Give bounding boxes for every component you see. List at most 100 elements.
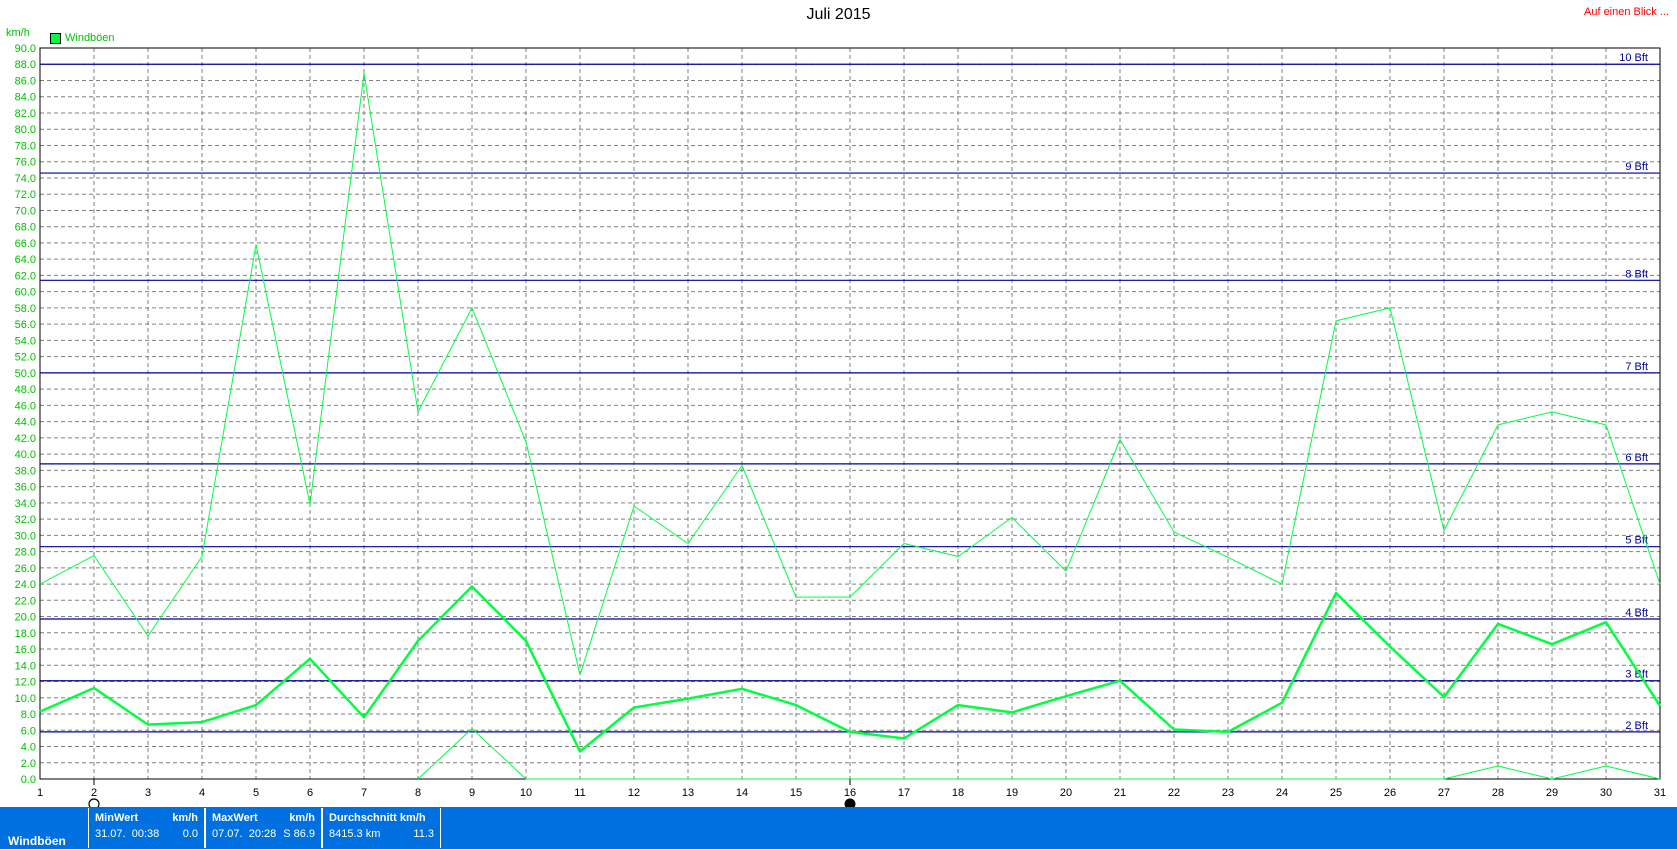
beaufort-label: 2 Bft: [1625, 720, 1648, 732]
y-tick-label: 74.0: [15, 173, 36, 185]
x-tick-label: 26: [1384, 787, 1396, 799]
max-time: 20:28: [248, 828, 277, 840]
x-tick-label: 25: [1330, 787, 1342, 799]
y-tick-label: 44.0: [15, 417, 36, 429]
y-tick-label: 84.0: [15, 92, 36, 104]
min-time: 00:38: [131, 828, 160, 840]
y-tick-label: 56.0: [15, 319, 36, 331]
y-tick-label: 90.0: [15, 43, 36, 55]
y-tick-label: 22.0: [15, 595, 36, 607]
y-tick-label: 48.0: [15, 384, 36, 396]
y-tick-label: 40.0: [15, 449, 36, 461]
x-tick-label: 9: [469, 787, 475, 799]
footer-label-text: Windböen: [8, 834, 66, 848]
x-tick-label: 21: [1114, 787, 1126, 799]
average-value-box: Durchschnitt km/h 8415.3 km 11.3: [322, 808, 441, 848]
beaufort-label: 9 Bft: [1625, 161, 1648, 173]
y-tick-label: 8.0: [21, 709, 36, 721]
y-tick-label: 72.0: [15, 189, 36, 201]
avg-header: Durchschnitt km/h: [329, 812, 426, 824]
beaufort-label: 4 Bft: [1625, 607, 1648, 619]
y-tick-label: 12.0: [15, 677, 36, 689]
wind-gust-chart: 0.0 2.0 4.0 6.0 8.0 10.0 12.0 14.0 16.0 18.0 20.0 2…: [15, 43, 1666, 807]
min-unit: km/h: [172, 812, 198, 824]
x-tick-label: 11: [574, 787, 585, 799]
y-tick-label: 88.0: [15, 59, 36, 71]
min-value-box: MinWert km/h 31.07. 00:38 0.0: [88, 808, 205, 848]
y-tick-label: 66.0: [15, 238, 36, 250]
y-tick-label: 34.0: [15, 498, 36, 510]
y-tick-label: 62.0: [15, 270, 36, 282]
avg-value: 11.3: [413, 828, 434, 840]
x-tick-label: 30: [1600, 787, 1612, 799]
y-tick-label: 46.0: [15, 400, 36, 412]
y-tick-label: 80.0: [15, 124, 36, 136]
y-tick-label: 4.0: [21, 742, 36, 754]
new-moon-icon: [844, 798, 856, 807]
y-tick-label: 78.0: [15, 140, 36, 152]
beaufort-label: 7 Bft: [1625, 361, 1648, 373]
max-value-box: MaxWert km/h 07.07. 20:28 S 86.9: [205, 808, 322, 848]
y-tick-label: 10.0: [15, 693, 36, 705]
x-tick-label: 1: [37, 787, 43, 799]
y-tick-label: 82.0: [15, 108, 36, 120]
avg-distance: 8415.3 km: [329, 828, 381, 840]
beaufort-label: 5 Bft: [1625, 535, 1648, 547]
y-tick-label: 76.0: [15, 157, 36, 169]
x-tick-label: 8: [415, 787, 421, 799]
x-tick-label: 12: [628, 787, 640, 799]
legend-swatch-icon: [50, 32, 61, 44]
chart-title: Juli 2015: [806, 6, 871, 23]
y-tick-label: 38.0: [15, 465, 36, 477]
y-tick-label: 26.0: [15, 563, 36, 575]
x-tick-label: 29: [1546, 787, 1558, 799]
y-tick-label: 30.0: [15, 530, 36, 542]
x-tick-label: 5: [253, 787, 259, 799]
min-header: MinWert: [95, 812, 139, 824]
x-tick-label: 27: [1438, 787, 1450, 799]
beaufort-label: 8 Bft: [1625, 268, 1648, 280]
y-tick-label: 60.0: [15, 287, 36, 299]
y-tick-label: 20.0: [15, 612, 36, 624]
y-tick-label: 42.0: [15, 433, 36, 445]
y-tick-label: 50.0: [15, 368, 36, 380]
y-tick-label: 54.0: [15, 335, 36, 347]
legend-label: Windböen: [65, 32, 115, 44]
y-tick-label: 64.0: [15, 254, 36, 266]
x-tick-label: 10: [520, 787, 532, 799]
min-date: 31.07.: [95, 828, 126, 840]
x-tick-label: 17: [898, 787, 910, 799]
y-tick-label: 58.0: [15, 303, 36, 315]
x-tick-label: 15: [790, 787, 802, 799]
max-date: 07.07.: [212, 828, 243, 840]
y-tick-label: 2.0: [21, 758, 36, 770]
y-tick-label: 68.0: [15, 222, 36, 234]
y-tick-label: 52.0: [15, 352, 36, 364]
x-tick-label: 28: [1492, 787, 1504, 799]
x-tick-label: 23: [1222, 787, 1234, 799]
max-header: MaxWert: [212, 812, 258, 824]
x-tick-label: 18: [952, 787, 964, 799]
y-tick-label: 18.0: [15, 628, 36, 640]
y-tick-label: 14.0: [15, 660, 36, 672]
x-tick-label: 24: [1276, 787, 1288, 799]
x-tick-label: 7: [361, 787, 367, 799]
overview-link[interactable]: Auf einen Blick ...: [1584, 6, 1669, 18]
y-tick-label: 6.0: [21, 725, 36, 737]
y-tick-label: 70.0: [15, 205, 36, 217]
y-tick-label: 36.0: [15, 482, 36, 494]
legend: Windböen: [50, 32, 115, 44]
y-tick-label: 28.0: [15, 547, 36, 559]
x-tick-label: 22: [1168, 787, 1180, 799]
x-tick-label: 31: [1654, 787, 1666, 799]
max-unit: km/h: [289, 812, 315, 824]
beaufort-label: 6 Bft: [1625, 452, 1648, 464]
max-value: S 86.9: [283, 828, 315, 840]
series-line-min: [417, 728, 1661, 780]
y-tick-label: 24.0: [15, 579, 36, 591]
x-tick-label: 16: [844, 787, 856, 799]
full-moon-icon: [88, 798, 100, 807]
x-tick-label: 14: [736, 787, 748, 799]
x-tick-label: 3: [145, 787, 151, 799]
beaufort-label: 10 Bft: [1619, 52, 1648, 64]
